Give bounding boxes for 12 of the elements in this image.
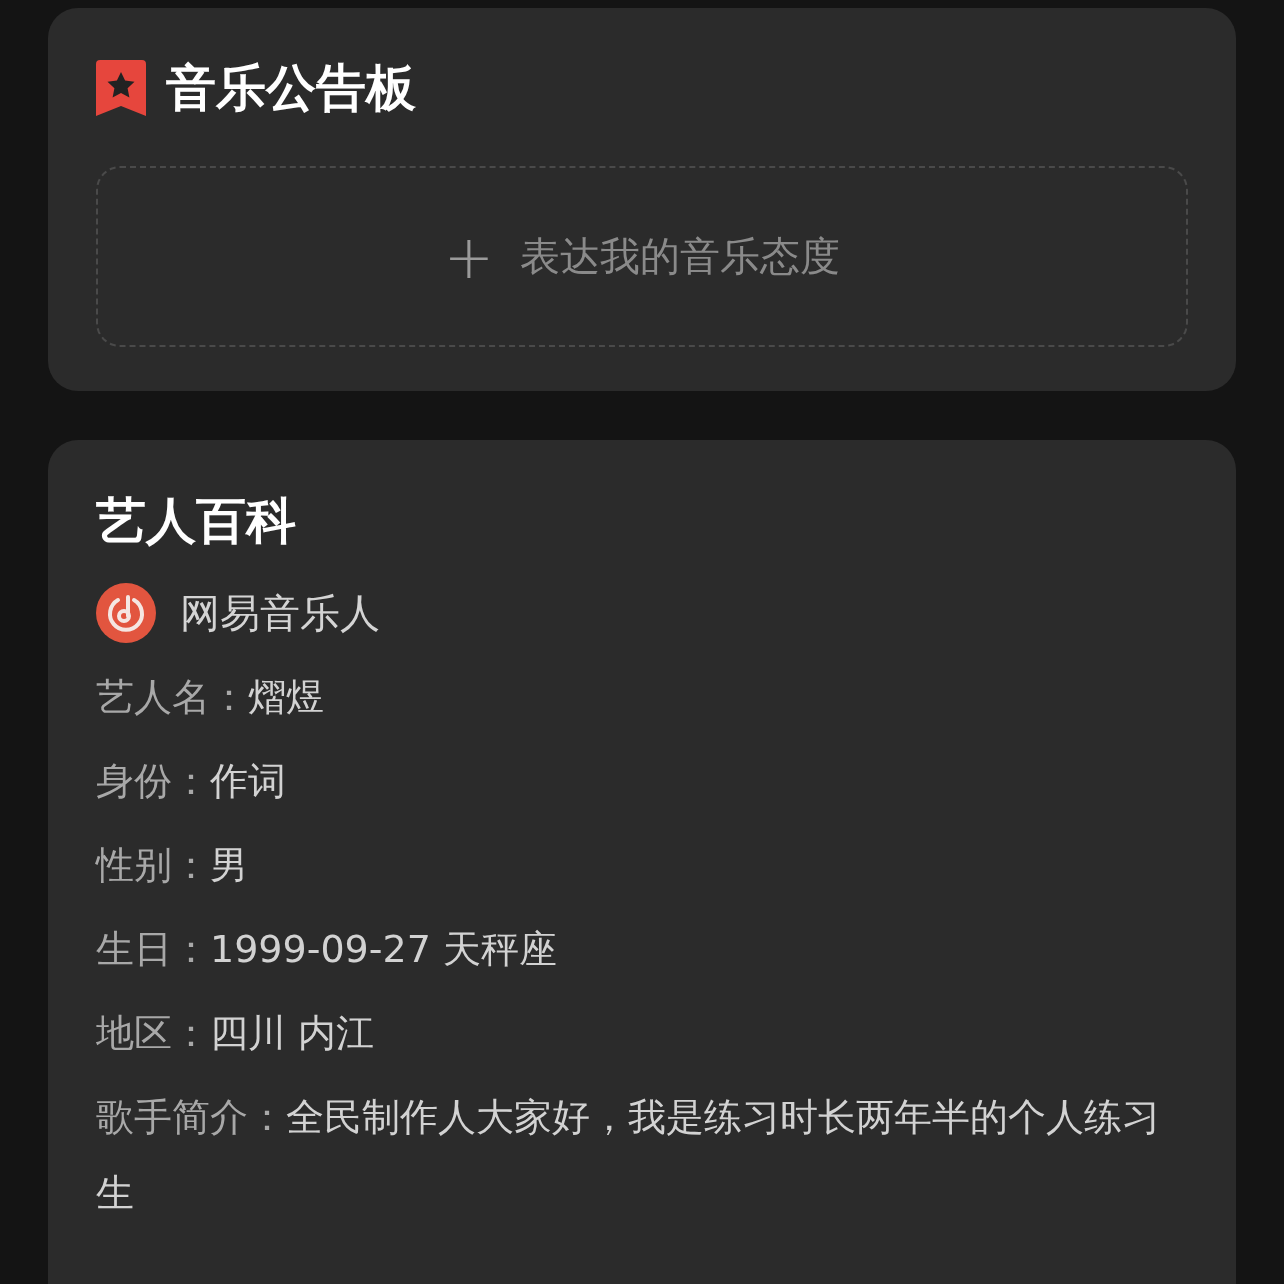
info-text: 生日：1999-09-27 天秤座: [96, 926, 558, 973]
info-text: 艺人名：熠煜: [96, 674, 325, 721]
info-text: 性别：男: [96, 842, 249, 889]
info-text: 地区：四川 内江: [96, 1010, 376, 1057]
bookmark-star-icon: [96, 60, 146, 116]
badge-label: 网易音乐人: [180, 588, 380, 638]
info-text: 歌手简介：全民制作人大家好，我是练习时长两年半的个人练习生: [96, 1094, 1161, 1217]
section-title: 艺人百科: [96, 494, 297, 549]
music-note-circle-icon: [96, 583, 156, 643]
add-attitude-button[interactable]: + 表达我的音乐态度: [96, 166, 1188, 347]
info-text: 身份：作词: [96, 758, 287, 805]
section-title: 音乐公告板: [166, 60, 416, 116]
